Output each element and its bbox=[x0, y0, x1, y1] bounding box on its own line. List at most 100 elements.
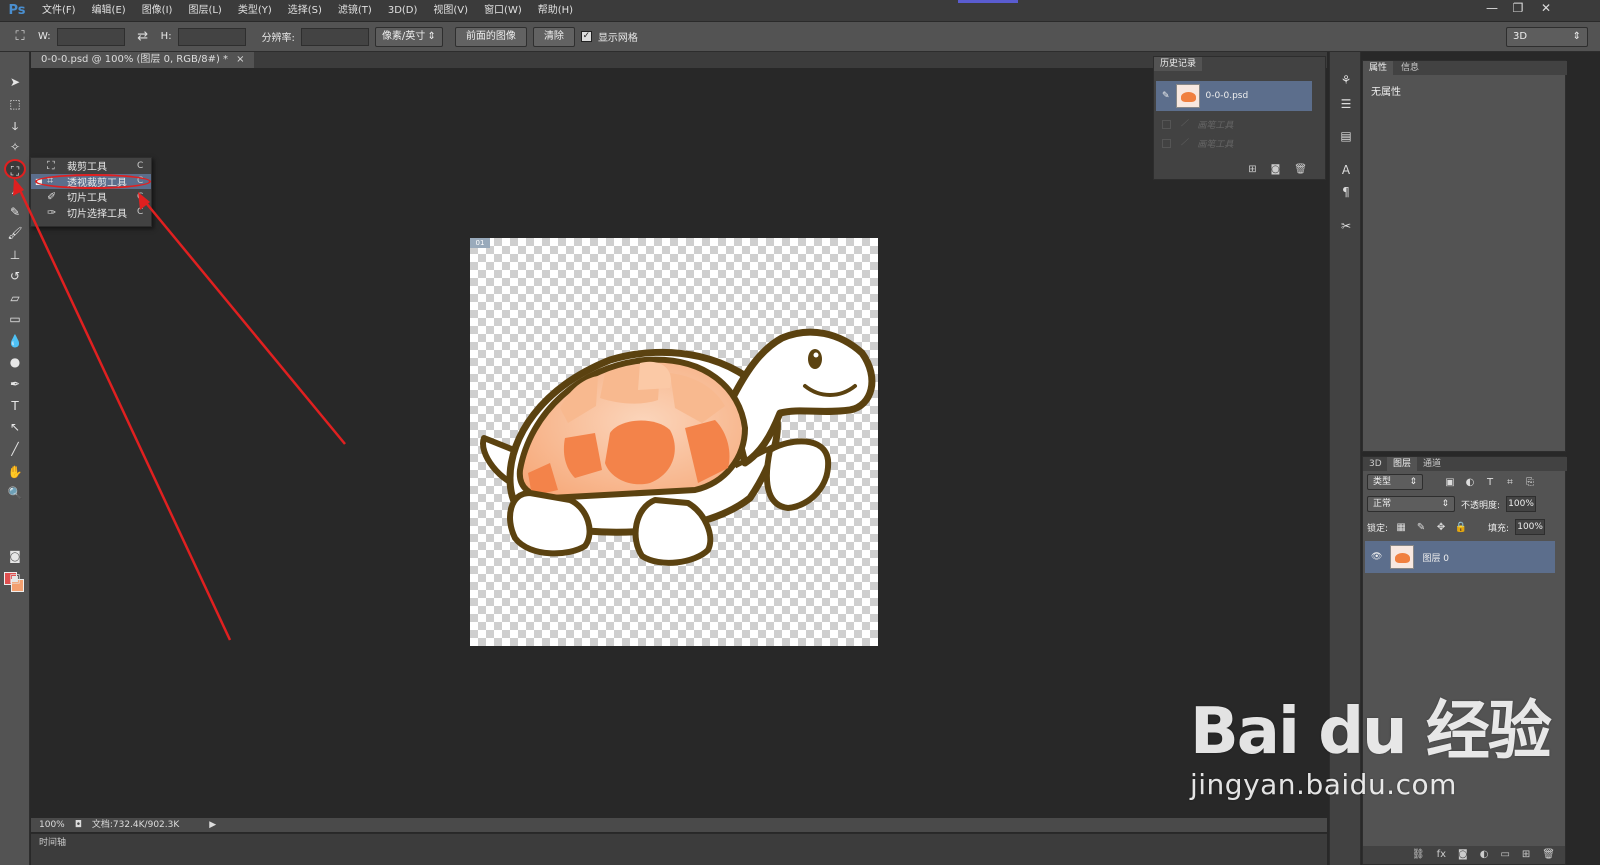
menu-window[interactable]: 窗口(W) bbox=[476, 0, 530, 22]
magic-wand-tool-icon[interactable]: ✧ bbox=[4, 137, 26, 157]
lock-transparent-icon[interactable]: ▦ bbox=[1394, 522, 1408, 533]
height-input[interactable] bbox=[177, 27, 246, 46]
add-mask-icon[interactable]: ◙ bbox=[1458, 846, 1468, 864]
line-tool-icon[interactable]: ╱ bbox=[4, 439, 26, 459]
history-brush-tool-icon[interactable]: ↺ bbox=[4, 266, 26, 286]
pen-tool-icon[interactable]: ✒ bbox=[4, 374, 26, 394]
flyout-item-slice[interactable]: ✐ 切片工具 C bbox=[31, 189, 151, 205]
flyout-label: 裁剪工具 bbox=[67, 162, 107, 174]
healing-brush-tool-icon[interactable]: ✎ bbox=[4, 202, 26, 222]
opacity-input[interactable]: 100% bbox=[1506, 496, 1537, 512]
lock-all-icon[interactable]: 🔒 bbox=[1454, 522, 1468, 533]
lasso-tool-icon[interactable]: ↆ bbox=[4, 116, 26, 136]
flyout-item-slice-select[interactable]: ✑ 切片选择工具 C bbox=[31, 205, 151, 221]
close-button[interactable]: ✕ bbox=[1534, 0, 1558, 16]
stamp-tool-icon[interactable]: ⊥ bbox=[4, 245, 26, 265]
layer-row[interactable]: 👁 图层 0 bbox=[1365, 541, 1555, 573]
delete-layer-icon[interactable]: 🗑 bbox=[1542, 846, 1555, 864]
new-document-icon[interactable]: ⊞ bbox=[1248, 161, 1256, 179]
filter-image-icon[interactable]: ▣ bbox=[1443, 477, 1457, 488]
styles-dock-icon[interactable]: ▤ bbox=[1336, 126, 1356, 146]
adjustment-layer-icon[interactable]: ◐ bbox=[1480, 846, 1489, 864]
path-select-tool-icon[interactable]: ↖ bbox=[4, 417, 26, 437]
tools-dock-icon[interactable]: ✂ bbox=[1336, 216, 1356, 236]
history-dock-icon[interactable]: ⚘ bbox=[1336, 70, 1356, 90]
trash-icon[interactable]: 🗑 bbox=[1294, 161, 1307, 179]
blend-mode-select[interactable]: 正常 ⇕ bbox=[1367, 496, 1455, 512]
layer-style-icon[interactable]: fx bbox=[1437, 846, 1446, 864]
link-layers-icon[interactable]: ⛓ bbox=[1412, 846, 1425, 864]
menu-image[interactable]: 图像(I) bbox=[134, 0, 181, 22]
history-source-box[interactable] bbox=[1162, 138, 1171, 148]
brush-tool-icon[interactable]: 🖌 bbox=[4, 223, 26, 243]
filter-kind-select[interactable]: 类型 ⇕ bbox=[1367, 474, 1423, 490]
screen-mode-icon[interactable]: ▣ bbox=[4, 568, 26, 588]
tab-channels[interactable]: 通道 bbox=[1417, 457, 1447, 471]
flyout-item-crop[interactable]: ⛶ 裁剪工具 C bbox=[31, 158, 151, 174]
filter-shape-icon[interactable]: ⌗ bbox=[1503, 477, 1517, 488]
move-tool-icon[interactable]: ➤ bbox=[4, 72, 26, 92]
unit-select[interactable]: 像素/英寸 ⇕ bbox=[374, 26, 443, 47]
timeline-tab[interactable]: 时间轴 bbox=[39, 835, 66, 848]
menu-layer[interactable]: 图层(L) bbox=[180, 0, 229, 22]
zoom-tool-icon[interactable]: 🔍 bbox=[4, 483, 26, 503]
lock-position-icon[interactable]: ✥ bbox=[1434, 522, 1448, 533]
adjustments-dock-icon[interactable]: ☰ bbox=[1336, 94, 1356, 114]
new-layer-icon[interactable]: ⊞ bbox=[1522, 846, 1530, 864]
filter-adjustment-icon[interactable]: ◐ bbox=[1463, 477, 1477, 488]
menu-type[interactable]: 类型(Y) bbox=[230, 0, 280, 22]
camera-icon[interactable]: ◙ bbox=[1271, 161, 1281, 179]
status-menu-arrow-icon[interactable]: ▶ bbox=[209, 818, 216, 832]
new-group-icon[interactable]: ▭ bbox=[1500, 846, 1509, 864]
menu-help[interactable]: 帮助(H) bbox=[530, 0, 581, 22]
tab-3d[interactable]: 3D bbox=[1363, 457, 1388, 471]
fill-input[interactable]: 100% bbox=[1515, 519, 1546, 535]
menu-file[interactable]: 文件(F) bbox=[34, 0, 84, 22]
clear-button[interactable]: 清除 bbox=[532, 26, 575, 47]
quick-mask-icon[interactable]: ◙ bbox=[4, 546, 26, 566]
blur-tool-icon[interactable]: 💧 bbox=[4, 331, 26, 351]
menu-view[interactable]: 视图(V) bbox=[425, 0, 476, 22]
dodge-tool-icon[interactable]: ● bbox=[4, 352, 26, 372]
menu-3d[interactable]: 3D(D) bbox=[380, 0, 426, 22]
menu-select[interactable]: 选择(S) bbox=[280, 0, 330, 22]
marquee-tool-icon[interactable]: ⬚ bbox=[4, 94, 26, 114]
flyout-item-perspective-crop[interactable]: ■ ⌗ 透视裁剪工具 C bbox=[31, 173, 151, 189]
document-canvas[interactable]: 01 bbox=[470, 238, 878, 646]
canvas-area[interactable]: 01 bbox=[31, 68, 1327, 818]
eyedropper-tool-icon[interactable]: ⁄ bbox=[4, 180, 26, 200]
history-snapshot[interactable]: ✎ 0-0-0.psd bbox=[1156, 81, 1312, 111]
filter-smart-object-icon[interactable]: ⎘ bbox=[1523, 477, 1537, 488]
history-tab[interactable]: 历史记录 bbox=[1154, 57, 1203, 71]
character-dock-icon[interactable]: A bbox=[1336, 160, 1356, 180]
menu-edit[interactable]: 编辑(E) bbox=[84, 0, 134, 22]
tool-preset-icon[interactable]: ⛶ bbox=[8, 26, 32, 48]
workspace-select[interactable]: 3D ⇕ bbox=[1506, 27, 1588, 47]
minimize-button[interactable]: — bbox=[1480, 0, 1504, 16]
show-grid-checkbox[interactable]: ✓ bbox=[580, 31, 592, 42]
zoom-level[interactable]: 100% bbox=[39, 818, 65, 832]
lock-pixels-icon[interactable]: ✎ bbox=[1414, 522, 1428, 533]
front-image-button[interactable]: 前面的图像 bbox=[454, 26, 527, 47]
tab-info[interactable]: 信息 bbox=[1395, 61, 1425, 75]
type-tool-icon[interactable]: T bbox=[4, 396, 26, 416]
tab-layers[interactable]: 图层 bbox=[1387, 457, 1418, 471]
document-tab-close-icon[interactable]: × bbox=[236, 52, 244, 68]
filter-type-icon[interactable]: T bbox=[1483, 477, 1497, 488]
resolution-input[interactable] bbox=[300, 27, 369, 46]
history-item[interactable]: ⟋ 画笔工具 bbox=[1156, 115, 1312, 133]
width-input[interactable] bbox=[56, 27, 125, 46]
menu-filter[interactable]: 滤镜(T) bbox=[330, 0, 380, 22]
history-source-box[interactable] bbox=[1162, 119, 1171, 129]
eraser-tool-icon[interactable]: ▱ bbox=[4, 288, 26, 308]
tab-properties[interactable]: 属性 bbox=[1363, 61, 1394, 75]
hand-tool-icon[interactable]: ✋ bbox=[4, 462, 26, 482]
crop-tool-icon[interactable]: ⛶ bbox=[4, 159, 26, 179]
history-item[interactable]: ⟋ 画笔工具 bbox=[1156, 134, 1312, 152]
restore-button[interactable]: ❐ bbox=[1506, 0, 1530, 16]
gradient-tool-icon[interactable]: ▭ bbox=[4, 309, 26, 329]
visibility-eye-icon[interactable]: 👁 bbox=[1371, 552, 1382, 562]
document-tab[interactable]: 0-0-0.psd @ 100% (图层 0, RGB/8#) * × bbox=[31, 52, 255, 68]
swap-icon[interactable]: ⇄ bbox=[131, 26, 155, 48]
paragraph-dock-icon[interactable]: ¶ bbox=[1336, 182, 1356, 202]
